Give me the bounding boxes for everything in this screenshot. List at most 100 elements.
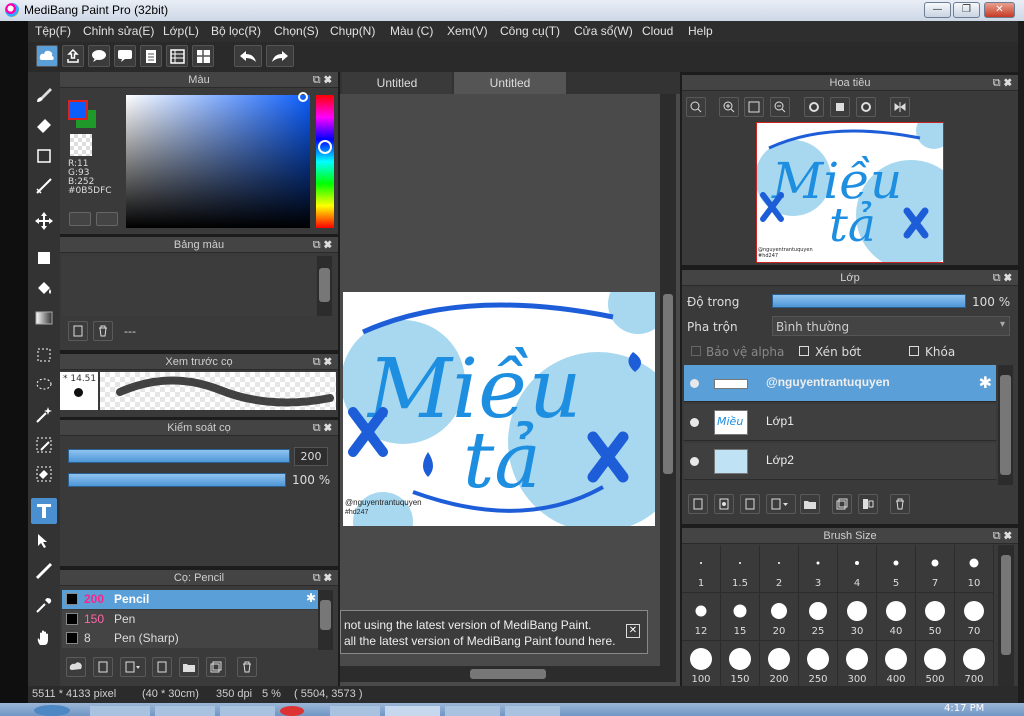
new-8bit-layer-icon[interactable] [740,494,760,514]
brush-size-cell[interactable]: 15 [721,593,760,641]
redo-icon[interactable] [266,45,294,67]
brush-size-cell[interactable]: 400 [877,641,916,686]
brush-size-cell[interactable]: 1 [682,545,721,593]
palette-scrollbar[interactable] [317,256,332,316]
brush-size-value[interactable]: 200 [294,447,328,466]
hue-handle[interactable] [318,140,332,154]
brush-opacity-slider[interactable] [68,473,286,487]
brush-size-cell[interactable]: 700 [955,641,994,686]
trash-icon[interactable] [237,657,257,677]
cloud-icon[interactable] [36,45,58,67]
brush-size-cell[interactable]: 20 [760,593,799,641]
eye-icon[interactable] [690,418,699,427]
select-rect-tool-icon[interactable] [31,342,57,368]
brush-list-scrollbar[interactable] [318,590,333,650]
menu-filter[interactable]: Bộ lọc(R) [211,24,261,38]
color-set-icon[interactable] [96,212,118,226]
layer-row[interactable]: @nguyentrantuquyen ✱ [684,365,996,402]
comment-box-icon[interactable] [114,45,136,67]
tab-untitled-1[interactable]: Untitled [342,72,452,94]
brush-size-cell[interactable]: 500 [916,641,955,686]
panel-buttons[interactable]: ⧉✖ [993,270,1015,286]
protect-alpha-checkbox[interactable] [691,346,701,356]
brush-size-cell[interactable]: 150 [721,641,760,686]
brush-size-cell[interactable]: 300 [838,641,877,686]
menu-capture[interactable]: Chụp(N) [330,24,375,38]
taskbar-item[interactable] [155,706,215,716]
add-brush-menu-icon[interactable] [120,657,146,677]
panel-buttons[interactable]: ⧉✖ [993,528,1015,544]
fit-window-icon[interactable] [744,97,764,117]
rotate-right-icon[interactable] [856,97,876,117]
brush-size-cell[interactable]: 2 [760,545,799,593]
hue-slider[interactable] [316,95,334,228]
tab-untitled-2[interactable]: Untitled [454,72,566,94]
new-page-icon[interactable] [68,321,88,341]
select-eraser-tool-icon[interactable] [31,461,57,487]
brush-size-cell[interactable]: 25 [799,593,838,641]
menu-window[interactable]: Cửa sổ(W) [574,24,633,38]
move-tool-icon[interactable] [31,208,57,234]
panel-buttons[interactable]: ⧉✖ [313,420,335,436]
menu-help[interactable]: Help [688,24,713,38]
layer-opacity-slider[interactable] [772,294,966,308]
notice-close-icon[interactable]: ✕ [626,624,640,638]
start-button-icon[interactable] [34,705,70,716]
brush-size-scrollbar[interactable] [998,545,1014,686]
panel-buttons[interactable]: ⧉✖ [313,354,335,370]
eyedropper-tool-icon[interactable] [31,592,57,618]
new-halftone-layer-icon[interactable] [714,494,734,514]
taskbar-item[interactable] [445,706,500,716]
undo-icon[interactable] [234,45,262,67]
brush-item-pen[interactable]: 150 Pen [62,610,318,629]
fill-rectangle-tool-icon[interactable] [31,245,57,271]
picker-cursor[interactable] [298,92,308,102]
menu-layer[interactable]: Lớp(L) [163,24,199,38]
eye-icon[interactable] [690,379,699,388]
trash-icon[interactable] [93,321,113,341]
rotate-left-icon[interactable] [804,97,824,117]
update-notice[interactable]: not using the latest version of MediBang… [340,610,648,654]
maximize-button[interactable]: ❐ [953,2,980,18]
gradient-tool-icon[interactable] [31,305,57,331]
operation-tool-icon[interactable] [31,528,57,554]
brush-item-pen-sharp[interactable]: 8 Pen (Sharp) [62,629,318,648]
navigator-view[interactable]: Miều tả @nguyentrantuquyen #hd247 [682,121,1018,265]
merge-layer-icon[interactable] [858,494,878,514]
new-layer-icon[interactable] [688,494,708,514]
flip-horizontal-icon[interactable] [890,97,910,117]
taskbar-app-icon[interactable] [280,706,304,716]
zoom-out-icon[interactable] [770,97,790,117]
brush-size-cell[interactable]: 3 [799,545,838,593]
add-layer-menu-icon[interactable] [766,494,796,514]
brush-size-cell[interactable]: 100 [682,641,721,686]
menu-color[interactable]: Màu (C) [390,24,433,38]
zoom-fit-icon[interactable] [686,97,706,117]
taskbar-item[interactable] [385,706,440,716]
color-wheel-icon[interactable] [69,212,91,226]
taskbar-item[interactable] [505,706,560,716]
menu-edit[interactable]: Chỉnh sửa(E) [83,24,154,38]
page-icon[interactable] [140,45,162,67]
canvas-horizontal-scrollbar[interactable] [340,666,676,682]
new-brush-icon[interactable] [93,657,113,677]
cloud-download-icon[interactable] [66,657,86,677]
folder-icon[interactable] [800,494,820,514]
speech-bubble-icon[interactable] [88,45,110,67]
primary-color-swatch[interactable] [68,100,88,120]
brush-size-cell[interactable]: 10 [955,545,994,593]
brush-size-cell[interactable]: 5 [877,545,916,593]
taskbar-item[interactable] [330,706,380,716]
close-button[interactable]: ✕ [984,2,1015,18]
clipping-checkbox[interactable] [799,346,809,356]
panel-buttons[interactable]: ⧉✖ [993,75,1015,91]
menu-select[interactable]: Chọn(S) [274,24,319,38]
brush-size-cell[interactable]: 1.5 [721,545,760,593]
gear-icon[interactable]: ✱ [979,373,992,392]
eraser-tool-icon[interactable] [31,113,57,139]
panel-buttons[interactable]: ⧉✖ [313,237,335,253]
brush-size-cell[interactable]: 250 [799,641,838,686]
brush-size-cell[interactable]: 200 [760,641,799,686]
brush-size-cell[interactable]: 4 [838,545,877,593]
bucket-tool-icon[interactable] [31,276,57,302]
